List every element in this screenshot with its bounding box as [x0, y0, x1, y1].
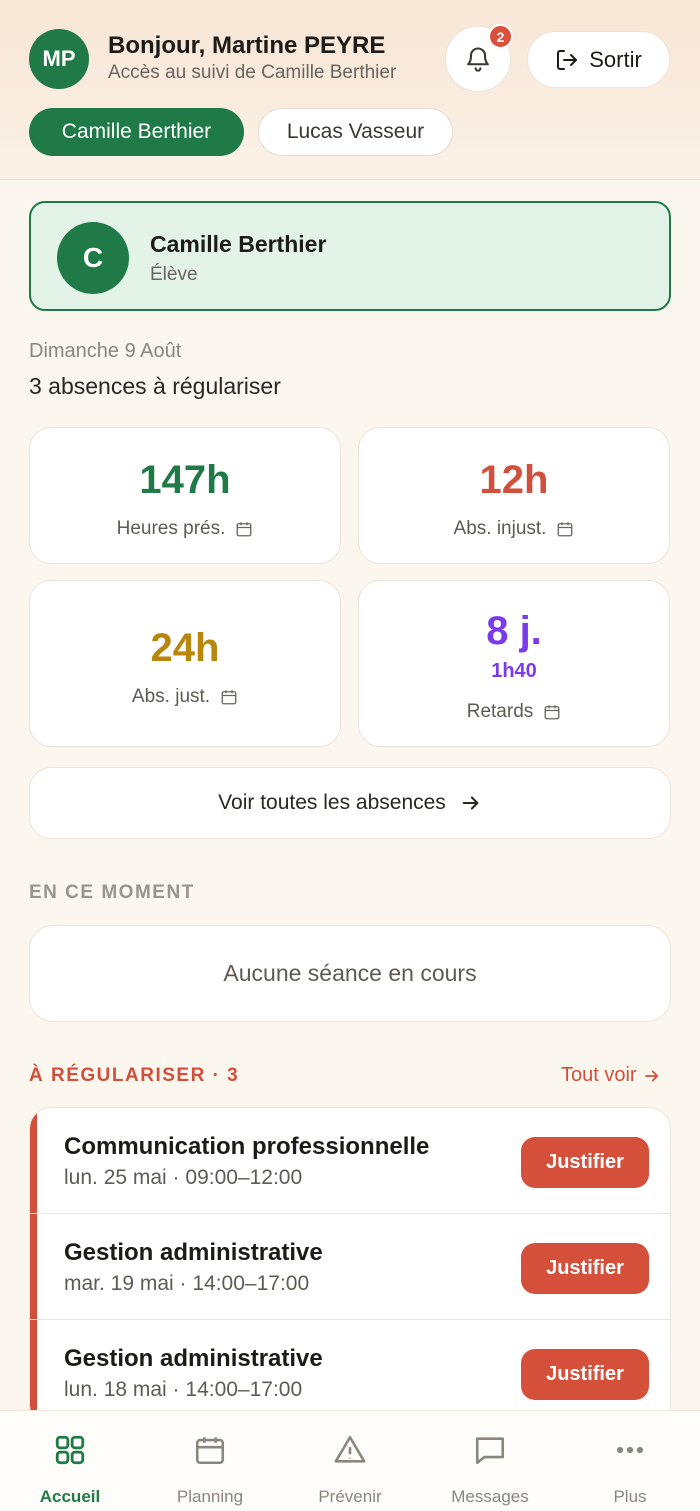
justify-button[interactable]: Justifier	[521, 1349, 649, 1400]
logout-icon	[557, 49, 578, 70]
nav-item-messages[interactable]: Messages	[420, 1411, 560, 1511]
nav-label: Plus	[613, 1487, 647, 1506]
now-section-title: EN CE MOMENT	[29, 882, 195, 903]
stat-value: 8 j.	[486, 609, 542, 653]
child-tab-lucas[interactable]: Lucas Vasseur	[258, 108, 453, 156]
logout-label: Sortir	[589, 46, 642, 72]
stat-label: Abs. injust.	[359, 518, 669, 540]
stat-card-presence[interactable]: 147h Heures prés.	[29, 427, 341, 564]
calendar-icon	[195, 1437, 225, 1465]
current-date: Dimanche 9 Août	[29, 340, 182, 362]
message-icon	[475, 1437, 505, 1465]
see-all-link[interactable]: Tout voir	[561, 1064, 661, 1087]
regularize-section-title: À RÉGULARISER · 3	[29, 1065, 240, 1086]
student-card[interactable]: C Camille Berthier Élève	[29, 201, 671, 311]
stat-label: Abs. just.	[30, 686, 340, 708]
arrow-right-icon	[644, 1070, 658, 1081]
list-item[interactable]: Gestion administrative mar. 19 mai · 14:…	[30, 1214, 670, 1320]
nav-label: Prévenir	[318, 1487, 382, 1506]
course-title: Gestion administrative	[64, 1239, 323, 1266]
stat-value: 12h	[479, 458, 549, 502]
course-title: Gestion administrative	[64, 1345, 323, 1372]
no-session-text: Aucune séance en cours	[223, 960, 477, 986]
regularize-list: Communication professionnelle lun. 25 ma…	[29, 1107, 671, 1427]
justify-button[interactable]: Justifier	[521, 1137, 649, 1188]
more-icon	[616, 1446, 644, 1454]
header: MP Bonjour, Martine PEYRE Accès au suivi…	[0, 0, 700, 180]
avatar[interactable]: MP	[29, 29, 89, 89]
now-card: Aucune séance en cours	[29, 925, 671, 1022]
stat-label: Retards	[359, 701, 669, 723]
calendar-icon	[558, 522, 573, 537]
all-absences-button[interactable]: Voir toutes les absences	[29, 767, 671, 839]
student-avatar: C	[57, 222, 129, 294]
course-title: Communication professionnelle	[64, 1133, 430, 1160]
stat-card-justified[interactable]: 24h Abs. just.	[29, 580, 341, 747]
course-time: lun. 18 mai · 14:00–17:00	[64, 1378, 303, 1401]
student-role: Élève	[150, 264, 198, 285]
stat-subvalue: 1h40	[491, 660, 537, 682]
course-time: mar. 19 mai · 14:00–17:00	[64, 1272, 310, 1295]
nav-label: Planning	[176, 1487, 244, 1506]
justify-button[interactable]: Justifier	[521, 1243, 649, 1294]
calendar-icon	[236, 522, 252, 537]
see-all-label: Tout voir	[561, 1064, 637, 1086]
stat-card-late[interactable]: 8 j. 1h40 Retards	[358, 580, 670, 747]
stat-card-unjustified[interactable]: 12h Abs. injust.	[358, 427, 670, 564]
calendar-icon	[221, 690, 237, 705]
notification-badge: 2	[488, 24, 513, 49]
status-bar	[30, 1214, 37, 1319]
all-absences-label: Voir toutes les absences	[218, 791, 446, 814]
status-bar	[30, 1108, 37, 1213]
child-tab-camille[interactable]: Camille Berthier	[29, 108, 244, 156]
bottom-nav: Accueil Planning Prévenir Messages Plus	[0, 1410, 700, 1511]
logout-button[interactable]: Sortir	[527, 31, 670, 88]
stat-label: Heures prés.	[30, 518, 340, 540]
warning-icon	[334, 1435, 366, 1463]
stat-value: 24h	[150, 626, 220, 670]
student-name: Camille Berthier	[150, 231, 327, 257]
arrow-right-icon	[462, 796, 479, 810]
nav-item-prevenir[interactable]: Prévenir	[280, 1411, 420, 1511]
absences-summary: 3 absences à régulariser	[29, 373, 281, 399]
nav-label: Accueil	[39, 1487, 101, 1506]
list-item[interactable]: Communication professionnelle lun. 25 ma…	[30, 1108, 670, 1214]
grid-icon	[55, 1435, 85, 1465]
calendar-icon	[544, 705, 560, 720]
nav-item-planning[interactable]: Planning	[140, 1411, 280, 1511]
stat-value: 147h	[139, 458, 231, 502]
bell-icon	[467, 47, 489, 72]
greeting-subtitle: Accès au suivi de Camille Berthier	[108, 62, 397, 83]
nav-label: Messages	[451, 1487, 529, 1506]
greeting-title: Bonjour, Martine PEYRE	[108, 32, 386, 59]
course-time: lun. 25 mai · 09:00–12:00	[64, 1166, 303, 1189]
nav-item-accueil[interactable]: Accueil	[0, 1411, 140, 1511]
nav-item-plus[interactable]: Plus	[560, 1411, 700, 1511]
